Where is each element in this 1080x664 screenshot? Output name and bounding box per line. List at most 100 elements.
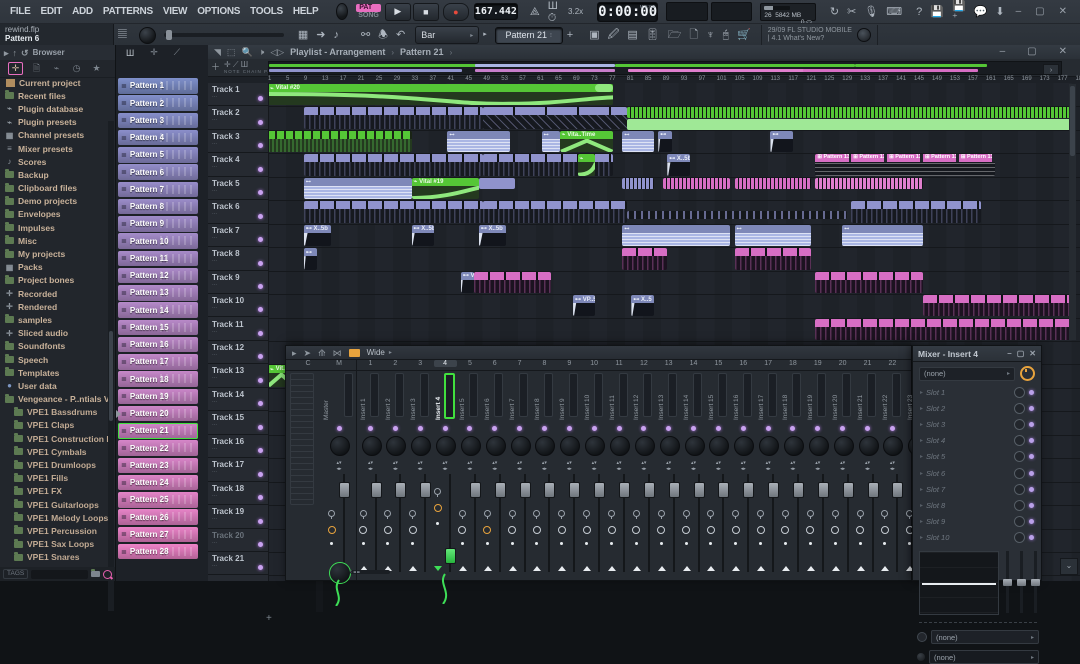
play-button[interactable]: ▶ xyxy=(385,3,411,21)
strip-swap-dot[interactable] xyxy=(585,542,588,545)
strip-swap-dot[interactable] xyxy=(635,542,638,545)
strip-record-arm-icon[interactable] xyxy=(458,526,466,534)
menu-item-add[interactable]: ADD xyxy=(68,3,97,20)
pattern-item-20[interactable]: ≣Pattern 20 xyxy=(118,406,198,422)
track-header-10[interactable]: Track 10 ... xyxy=(208,294,268,317)
touch-icon[interactable]: ♆ xyxy=(702,29,718,41)
mixer-strip-13[interactable]: Insert 13 ▴▾◂▸ xyxy=(657,370,680,580)
strip-pan-knob[interactable] xyxy=(784,436,804,456)
mixer-strip-22[interactable]: Insert 22 ▴▾◂▸ xyxy=(881,370,904,580)
project-title-box[interactable]: rewind.flp Pattern 6 xyxy=(0,24,114,46)
browser-item-vpe1-snares[interactable]: VPE1 Snares xyxy=(0,551,108,564)
pattern-item-1[interactable]: ≣Pattern 1 xyxy=(118,78,198,94)
strip-sep-controls[interactable]: ▴▾◂▸ xyxy=(835,460,851,472)
slot-mix-knob[interactable] xyxy=(1014,516,1025,527)
browser-item-plugin-database[interactable]: ⌁Plugin database xyxy=(0,102,108,115)
track-led[interactable] xyxy=(258,519,263,524)
slot-enable-led[interactable] xyxy=(1029,503,1034,508)
strip-plugin-icon[interactable] xyxy=(360,510,367,517)
pattern-item-7[interactable]: ≣Pattern 7 xyxy=(118,182,198,198)
browser-item-plugin-presets[interactable]: ⌁Plugin presets xyxy=(0,116,108,129)
pattern-item-11[interactable]: ≣Pattern 11 xyxy=(118,251,198,267)
link-icon[interactable]: ⚯ xyxy=(357,29,374,41)
browser-item-project-bones[interactable]: Project bones xyxy=(0,274,108,287)
strip-record-arm-icon[interactable] xyxy=(732,526,740,534)
rack-slot-5[interactable]: ▸ Slot 5 xyxy=(917,449,1037,465)
mixer-pointer-icon[interactable]: ➤ xyxy=(304,348,312,358)
strip-plugin-icon[interactable] xyxy=(608,510,615,517)
mixer-strip-12[interactable]: Insert 12 ▴▾◂▸ xyxy=(632,370,655,580)
browser-item-vpe1-fx[interactable]: VPE1 FX xyxy=(0,485,108,498)
pattern-item-17[interactable]: ≣Pattern 17 xyxy=(118,354,198,370)
track-led[interactable] xyxy=(258,237,263,242)
slot-mix-knob[interactable] xyxy=(1014,451,1025,462)
pattern-channels-icon[interactable]: ✛ xyxy=(150,47,158,58)
track-led[interactable] xyxy=(258,425,263,430)
clip-drum[interactable] xyxy=(627,211,847,219)
strip-mute-led[interactable] xyxy=(641,426,646,431)
strip-sep-controls[interactable]: ▴▾◂▸ xyxy=(437,460,453,472)
playlist-zoom-icon[interactable]: 🔍 xyxy=(241,47,252,57)
clip-samp-x-5b[interactable]: ⊷ X..5b xyxy=(304,225,331,246)
news-banner[interactable]: 29/09 FL STUDIO MOBILE | 4.1 What's New? xyxy=(761,25,878,45)
cpu-memory-panel[interactable]: 26 5842 MB 0 ⬭ xyxy=(760,3,816,21)
strip-swap-dot[interactable] xyxy=(362,542,365,545)
strip-pan-knob[interactable] xyxy=(560,436,580,456)
track-options[interactable]: ... xyxy=(212,258,264,262)
clip-multi[interactable] xyxy=(304,201,483,222)
track-led[interactable] xyxy=(258,378,263,383)
strip-sep-controls[interactable]: ▴▾◂▸ xyxy=(561,460,577,472)
strip-mute-led[interactable] xyxy=(393,426,398,431)
pattern-piano-icon[interactable]: Ш xyxy=(126,48,134,58)
browser-item-backup[interactable]: Backup xyxy=(0,168,108,181)
mixer-strip-17[interactable]: Insert 17 ▴▾◂▸ xyxy=(757,370,780,580)
browser-item-vpe1-claps[interactable]: VPE1 Claps xyxy=(0,419,108,432)
strip-sep-controls[interactable]: ▴▾◂▸ xyxy=(363,460,379,472)
strip-sep-controls[interactable]: ▴▾◂▸ xyxy=(611,460,627,472)
snap-chevron-icon[interactable]: ▸ xyxy=(479,29,491,41)
swing-note-icon[interactable]: ♪ xyxy=(329,29,343,41)
mixer-number-3[interactable]: 3 xyxy=(409,360,432,367)
menu-item-help[interactable]: HELP xyxy=(289,3,322,20)
playlist-icon[interactable]: ▤ xyxy=(623,29,641,41)
clip-multi[interactable] xyxy=(851,201,981,222)
track-header-21[interactable]: Track 21 ... xyxy=(208,552,268,575)
typing-keyboard-icon[interactable]: ⌨ xyxy=(882,6,906,18)
clip-flat[interactable] xyxy=(479,178,515,189)
playlist-titlebar[interactable]: ◥ ⬚ 🔍 🕨 ◁▷ Playlist - Arrangement › Patt… xyxy=(208,45,1080,60)
pattern-item-13[interactable]: ≣Pattern 13 xyxy=(118,285,198,301)
strip-plugin-icon[interactable] xyxy=(583,510,590,517)
clip-p13-pattern-13[interactable]: ⊞ Pattern 13⊞ Pattern 13⊞ Pattern 13⊞ Pa… xyxy=(815,154,994,175)
pattern-item-27[interactable]: ≣Pattern 27 xyxy=(118,527,198,543)
mixer-number-C[interactable]: C xyxy=(296,360,320,367)
strip-fader-handle[interactable] xyxy=(694,482,705,498)
piano-keys-icon[interactable]: 𝄚 xyxy=(114,29,131,41)
strip-sep-controls[interactable]: ▴▾◂▸ xyxy=(884,460,900,472)
slot-mix-knob[interactable] xyxy=(1014,387,1025,398)
pattern-add-icon[interactable]: + xyxy=(563,29,577,41)
strip-route-arrow[interactable] xyxy=(658,566,666,571)
track-options[interactable]: ... xyxy=(212,352,264,356)
browser-item-templates[interactable]: Templates xyxy=(0,366,108,379)
minimap-next-icon[interactable]: › xyxy=(1043,64,1059,75)
strip-sep-controls[interactable]: ▴▾◂▸ xyxy=(487,460,503,472)
strip-mute-led[interactable] xyxy=(766,426,771,431)
track-options[interactable]: ... xyxy=(212,493,264,497)
strip-plugin-icon[interactable] xyxy=(633,510,640,517)
track-led[interactable] xyxy=(258,354,263,359)
strip-route-arrow[interactable] xyxy=(409,566,417,571)
browser-item-packs[interactable]: ▦Packs xyxy=(0,261,108,274)
mixer-number-5[interactable]: 5 xyxy=(458,360,481,367)
pattern-add-button[interactable]: + xyxy=(266,613,272,624)
pat-mode-toggle[interactable]: PAT xyxy=(356,4,381,12)
strip-fader-handle[interactable] xyxy=(395,482,406,498)
strip-mute-led[interactable] xyxy=(815,426,820,431)
track-options[interactable]: ... xyxy=(212,188,264,192)
slot-mix-knob[interactable] xyxy=(1014,532,1025,543)
search-icon[interactable] xyxy=(103,570,112,579)
clip-piano[interactable]: ⊷ xyxy=(622,131,653,152)
strip-plugin-icon[interactable] xyxy=(484,510,491,517)
pattern-item-23[interactable]: ≣Pattern 23 xyxy=(118,458,198,474)
track-header-5[interactable]: Track 5 ... xyxy=(208,177,268,200)
window-close-button[interactable]: ✕ xyxy=(1052,6,1074,17)
